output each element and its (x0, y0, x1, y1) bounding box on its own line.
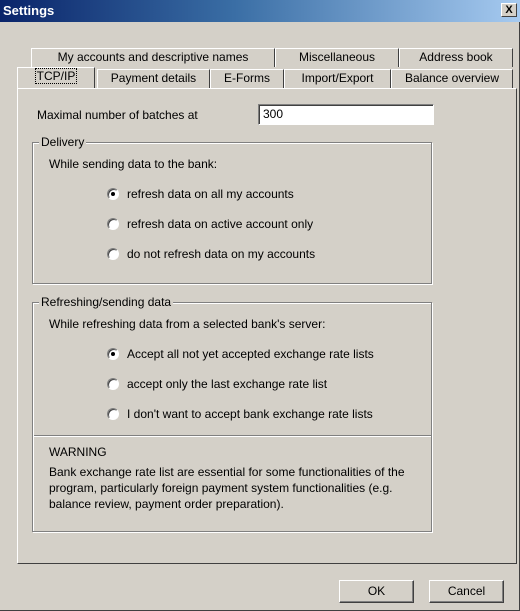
delivery-radio-none[interactable] (107, 248, 119, 260)
ok-button[interactable]: OK (339, 580, 414, 603)
tab-e-forms[interactable]: E-Forms (210, 69, 284, 88)
batches-input[interactable]: 300 (258, 104, 434, 125)
tab-tcp-ip[interactable]: TCP/IP (17, 67, 95, 88)
refreshing-group: Refreshing/sending data While refreshing… (32, 295, 432, 532)
cancel-button[interactable]: Cancel (429, 580, 504, 603)
tab-address-book[interactable]: Address book (399, 48, 513, 67)
delivery-option-all[interactable]: refresh data on all my accounts (127, 187, 294, 201)
refresh-radio-accept-all[interactable] (107, 348, 119, 360)
delivery-prompt: While sending data to the bank: (49, 157, 218, 171)
batches-label: Maximal number of batches at (37, 108, 198, 122)
refresh-radio-last[interactable] (107, 378, 119, 390)
warning-title: WARNING (49, 445, 107, 459)
delivery-radio-active[interactable] (107, 218, 119, 230)
window-title: Settings (3, 3, 55, 18)
settings-window: Settings X My accounts and descriptive n… (0, 0, 520, 611)
radio-selected-dot (111, 192, 115, 196)
refresh-radio-none[interactable] (107, 408, 119, 420)
tab-import-export[interactable]: Import/Export (284, 69, 391, 88)
delivery-group: Delivery While sending data to the bank:… (32, 135, 432, 284)
refreshing-legend: Refreshing/sending data (39, 295, 174, 309)
radio-selected-dot (111, 352, 115, 356)
refreshing-prompt: While refreshing data from a selected ba… (49, 317, 326, 331)
delivery-option-active[interactable]: refresh data on active account only (127, 217, 313, 231)
tab-my-accounts[interactable]: My accounts and descriptive names (31, 48, 275, 67)
delivery-radio-all[interactable] (107, 188, 119, 200)
refresh-option-none[interactable]: I don't want to accept bank exchange rat… (127, 407, 373, 421)
refresh-option-last[interactable]: accept only the last exchange rate list (127, 377, 327, 391)
refresh-option-accept-all[interactable]: Accept all not yet accepted exchange rat… (127, 347, 374, 361)
delivery-legend: Delivery (39, 135, 87, 149)
tab-miscellaneous[interactable]: Miscellaneous (275, 48, 399, 67)
delivery-option-none[interactable]: do not refresh data on my accounts (127, 247, 315, 261)
tcp-ip-panel: Maximal number of batches at 300 Deliver… (17, 88, 517, 564)
warning-divider (34, 435, 431, 437)
close-button[interactable]: X (501, 3, 517, 17)
title-bar[interactable]: Settings X (0, 0, 520, 22)
warning-text: Bank exchange rate list are essential fo… (49, 465, 405, 511)
tab-balance-overview[interactable]: Balance overview (391, 69, 513, 88)
tab-payment-details[interactable]: Payment details (97, 69, 210, 88)
